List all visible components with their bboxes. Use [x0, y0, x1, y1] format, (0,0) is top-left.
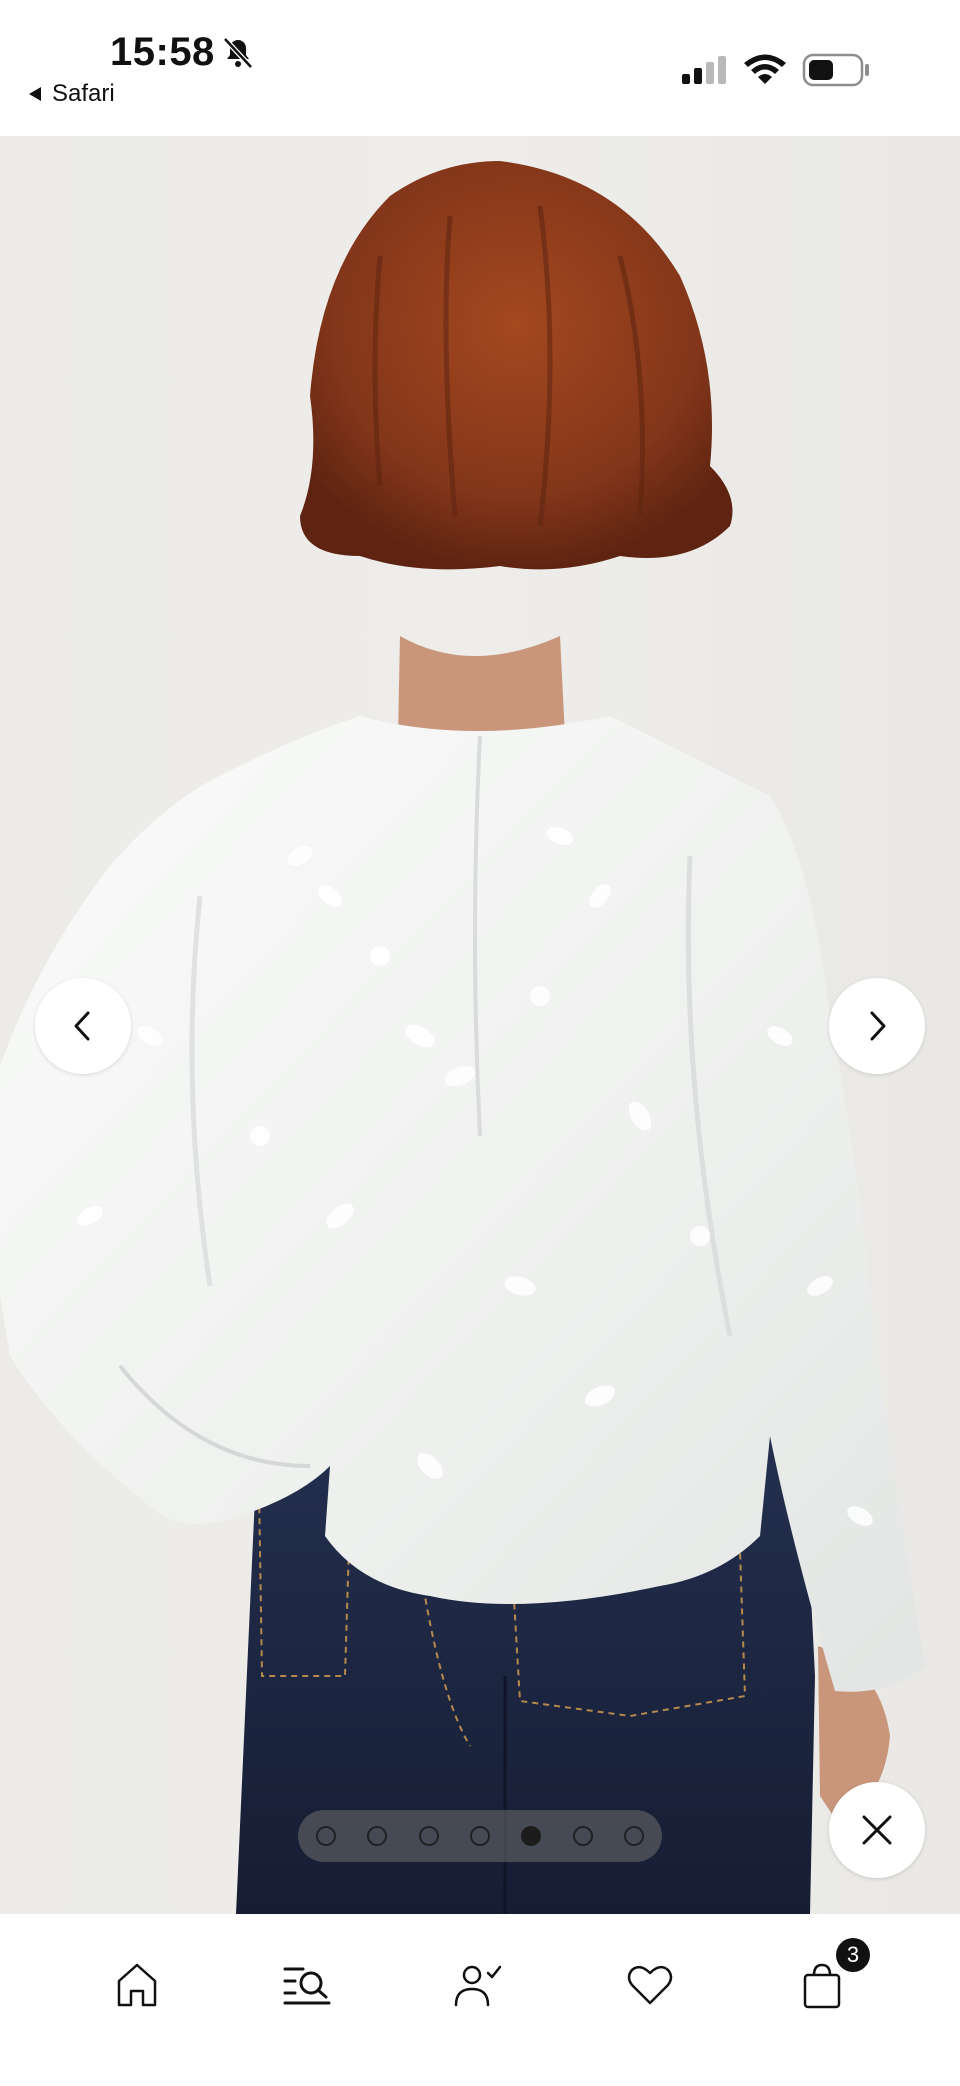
close-icon — [862, 1815, 892, 1845]
tab-search[interactable] — [272, 1950, 342, 2020]
status-time: 15:58 — [110, 30, 215, 74]
back-triangle-icon — [29, 87, 41, 101]
product-photo — [0, 136, 960, 1914]
bottom-tab-bar: 3 — [0, 1914, 960, 2086]
tab-home[interactable] — [102, 1950, 172, 2020]
pagination-dot[interactable] — [316, 1826, 336, 1846]
wifi-icon — [744, 54, 786, 84]
bell-slash-icon — [223, 37, 253, 69]
pagination-dot[interactable] — [367, 1826, 388, 1846]
pagination-dot[interactable] — [469, 1826, 490, 1846]
tab-wishlist[interactable] — [615, 1950, 685, 2020]
heart-icon — [627, 1965, 673, 2005]
status-bar: 15:58 Safari — [0, 0, 960, 136]
account-icon — [454, 1965, 502, 2007]
search-icon — [283, 1967, 331, 2005]
tab-account[interactable] — [443, 1950, 513, 2020]
next-image-button[interactable] — [829, 978, 925, 1074]
close-gallery-button[interactable] — [829, 1782, 925, 1878]
image-pagination-dots — [298, 1810, 662, 1862]
pagination-dot[interactable] — [623, 1826, 644, 1846]
pagination-dot[interactable] — [418, 1826, 439, 1846]
battery-icon — [802, 53, 869, 87]
pagination-dot[interactable] — [521, 1826, 542, 1846]
previous-image-button[interactable] — [35, 978, 131, 1074]
back-to-safari[interactable]: Safari — [26, 80, 115, 108]
signal-icon — [682, 56, 726, 84]
chevron-right-icon — [870, 1011, 886, 1041]
product-image-gallery[interactable] — [0, 136, 960, 1914]
back-app-label: Safari — [52, 80, 115, 107]
bag-count-badge: 3 — [836, 1938, 870, 1972]
pagination-dot[interactable] — [572, 1826, 593, 1846]
home-icon — [117, 1963, 157, 2007]
chevron-left-icon — [74, 1011, 90, 1041]
